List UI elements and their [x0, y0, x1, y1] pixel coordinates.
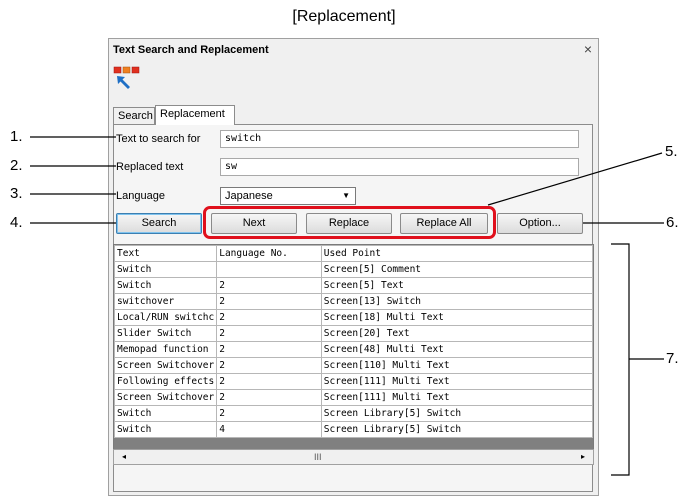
- callout-bracket-7: [611, 243, 630, 476]
- callout-7: 7.: [666, 350, 679, 367]
- tab-replacement-label: Replacement: [160, 108, 225, 120]
- callout-1: 1.: [10, 128, 23, 145]
- callout-5: 5.: [665, 143, 678, 160]
- callout-2: 2.: [10, 157, 23, 174]
- callout-4: 4.: [10, 214, 23, 231]
- callout-3: 3.: [10, 185, 23, 202]
- tab-replacement[interactable]: Replacement: [155, 105, 235, 125]
- callout-lines: [30, 136, 664, 476]
- callout-line-5: [487, 152, 663, 206]
- callout-6: 6.: [666, 214, 679, 231]
